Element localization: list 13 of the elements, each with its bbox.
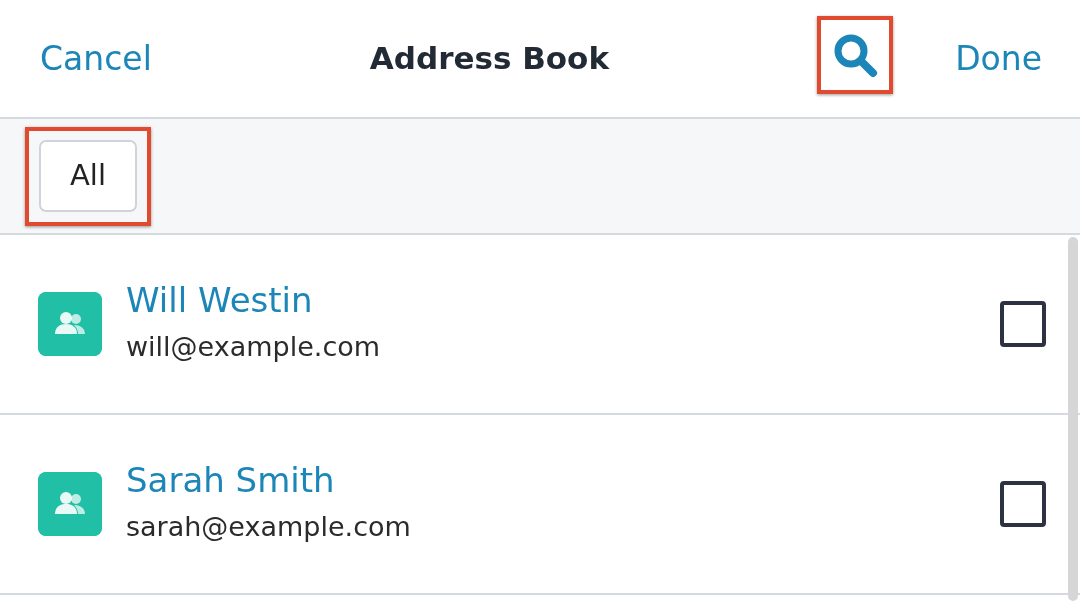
contact-name[interactable]: Sarah Smith: [126, 460, 1000, 502]
scrollbar[interactable]: [1068, 237, 1078, 601]
contact-email: will@example.com: [126, 330, 382, 365]
contact-email: sarah@example.com: [126, 510, 412, 545]
group-avatar-icon: [38, 472, 102, 536]
cancel-button[interactable]: Cancel: [40, 33, 152, 84]
group-avatar-icon: [38, 292, 102, 356]
screen-title: Address Book: [369, 39, 610, 79]
checkbox[interactable]: [1000, 481, 1046, 527]
done-button[interactable]: Done: [955, 33, 1042, 84]
contact-name[interactable]: Will Westin: [126, 280, 1000, 322]
checkbox[interactable]: [1000, 301, 1046, 347]
filter-button[interactable]: All: [39, 140, 137, 212]
